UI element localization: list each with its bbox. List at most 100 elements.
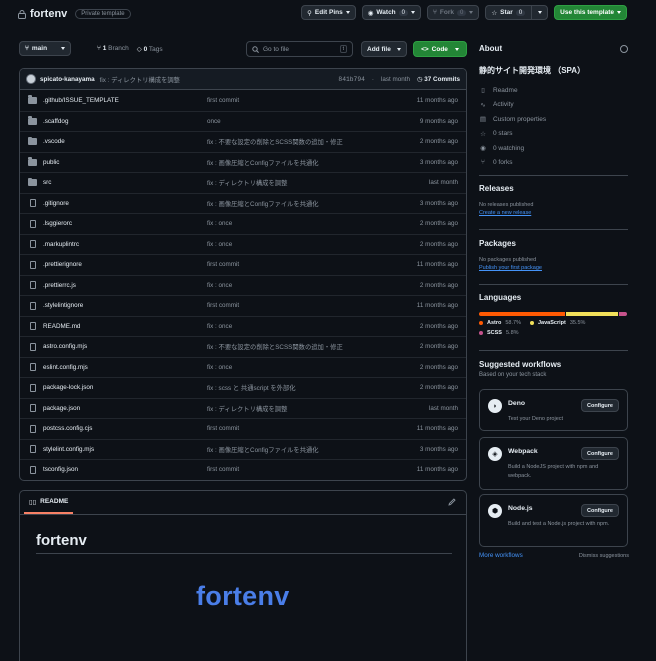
file-commit-message[interactable]: fix : 画像圧縮とConfigファイルを共通化: [207, 158, 412, 167]
file-row[interactable]: .gitignore fix : 画像圧縮とConfigファイルを共通化 3 mon…: [20, 192, 466, 214]
file-commit-message[interactable]: first commit: [207, 302, 412, 309]
about-item[interactable]: ⑂ 0 forks: [479, 156, 629, 171]
readme-tab[interactable]: ▯▯ README: [24, 491, 74, 514]
configure-button[interactable]: Configure: [581, 447, 619, 460]
file-commit-message[interactable]: first commit: [207, 97, 412, 104]
code-button[interactable]: <> Code: [413, 41, 467, 57]
file-name-link[interactable]: .gitignore: [43, 200, 69, 207]
file-commit-message[interactable]: fix : 不要な設定の削除とSCSS関数の追加・修正: [207, 342, 412, 351]
file-name-link[interactable]: .lsggierorc: [43, 220, 72, 227]
file-commit-message[interactable]: fix : once: [207, 220, 412, 227]
file-name-link[interactable]: public: [43, 159, 59, 166]
file-name-link[interactable]: .prettierignore: [43, 261, 82, 268]
watch-button[interactable]: ◉ Watch 0: [361, 5, 421, 20]
file-commit-message[interactable]: fix : once: [207, 282, 412, 289]
go-to-file-input[interactable]: Go to file t: [246, 41, 353, 57]
configure-button[interactable]: Configure: [581, 504, 619, 517]
file-row[interactable]: package.json fix : ディレクトリ構成を調整 last month: [20, 397, 466, 419]
file-row[interactable]: src fix : ディレクトリ構成を調整 last month: [20, 172, 466, 193]
repo-name[interactable]: fortenv: [30, 8, 67, 20]
file-name-link[interactable]: .markuplintrc: [43, 241, 79, 248]
file-row[interactable]: public fix : 画像圧縮とConfigファイルを共通化 3 months …: [20, 151, 466, 173]
create-release-link[interactable]: Create a new release: [479, 210, 629, 216]
file-name-link[interactable]: package.json: [43, 405, 80, 412]
file-row[interactable]: .scaffdog once 9 months ago: [20, 110, 466, 132]
file-commit-message[interactable]: fix : once: [207, 241, 412, 248]
file-name-link[interactable]: .github/ISSUE_TEMPLATE: [43, 97, 119, 104]
file-name-link[interactable]: tsconfig.json: [43, 466, 78, 473]
file-row[interactable]: .lsggierorc fix : once 2 months ago: [20, 213, 466, 234]
file-name-link[interactable]: stylelint.config.mjs: [43, 446, 94, 453]
file-row[interactable]: .stylelintignore first commit 11 months ag…: [20, 295, 466, 316]
language-item[interactable]: JavaScript 35.5%: [529, 320, 586, 326]
about-item[interactable]: ☆ 0 stars: [479, 127, 629, 142]
file-row[interactable]: .prettierignore first commit 11 months ago: [20, 254, 466, 275]
add-file-button[interactable]: Add file: [361, 41, 407, 57]
branch-select-button[interactable]: ⑂ main: [19, 41, 71, 56]
about-item[interactable]: ∿ Activity: [479, 98, 629, 113]
tags-link[interactable]: ◇ 0 Tags: [137, 45, 163, 53]
file-name-link[interactable]: eslint.config.mjs: [43, 364, 88, 371]
packages-section: Packages No packages published Publish y…: [479, 239, 629, 271]
more-workflows-link[interactable]: More workflows: [479, 552, 523, 559]
file-commit-message[interactable]: fix : ディレクトリ構成を調整: [207, 404, 412, 413]
about-item[interactable]: ▤ Custom properties: [479, 112, 629, 127]
branches-link[interactable]: ⑂ 1 Branch: [97, 45, 129, 53]
file-name-link[interactable]: src: [43, 179, 51, 186]
language-item[interactable]: Astro 58.7%: [479, 320, 521, 326]
avatar[interactable]: [26, 74, 36, 84]
file-name-link[interactable]: .vscode: [43, 138, 65, 145]
commit-message[interactable]: fix : ディレクトリ構成を調整: [100, 75, 180, 84]
file-commit-message[interactable]: once: [207, 118, 412, 125]
fork-button[interactable]: ⑂ Fork 0: [427, 5, 480, 20]
file-row[interactable]: tsconfig.json first commit 11 months ago: [20, 459, 466, 480]
file-row[interactable]: stylelint.config.mjs fix : 画像圧縮とConfigファイ…: [20, 438, 466, 460]
file-row[interactable]: .vscode fix : 不要な設定の削除とSCSS関数の追加・修正 2 mont…: [20, 131, 466, 152]
file-commit-message[interactable]: first commit: [207, 466, 412, 473]
pencil-icon[interactable]: [448, 498, 456, 506]
configure-button[interactable]: Configure: [581, 399, 619, 412]
language-percent: 35.5%: [569, 320, 586, 326]
branch-icon: ⑂: [25, 45, 29, 52]
file-commit-message[interactable]: fix : scss と 共通script を外部化: [207, 383, 412, 392]
packages-title[interactable]: Packages: [479, 239, 629, 248]
file-commit-message[interactable]: first commit: [207, 425, 412, 432]
file-row[interactable]: eslint.config.mjs fix : once 2 months ago: [20, 356, 466, 378]
gear-icon[interactable]: [620, 45, 628, 53]
file-commit-message[interactable]: first commit: [207, 261, 412, 268]
file-name-cell: .gitignore: [20, 199, 207, 208]
file-row[interactable]: README.md fix : once 2 months ago: [20, 315, 466, 337]
file-commit-message[interactable]: fix : 画像圧縮とConfigファイルを共通化: [207, 445, 412, 454]
dismiss-suggestions-button[interactable]: Dismiss suggestions: [579, 553, 629, 559]
file-commit-message[interactable]: fix : 不要な設定の削除とSCSS関数の追加・修正: [207, 137, 412, 146]
file-row[interactable]: .prettierrc.js fix : once 2 months ago: [20, 274, 466, 296]
file-name-link[interactable]: package-lock.json: [43, 384, 93, 391]
file-row[interactable]: .markuplintrc fix : once 2 months ago: [20, 233, 466, 255]
about-item[interactable]: ◉ 0 watching: [479, 141, 629, 156]
file-row[interactable]: package-lock.json fix : scss と 共通script を…: [20, 377, 466, 398]
file-name-link[interactable]: .stylelintignore: [43, 302, 83, 309]
releases-title[interactable]: Releases: [479, 184, 629, 193]
file-name-link[interactable]: README.md: [43, 323, 80, 330]
file-commit-message[interactable]: fix : once: [207, 364, 412, 371]
file-row[interactable]: astro.config.mjs fix : 不要な設定の削除とSCSS関数の追加…: [20, 336, 466, 357]
file-commit-message[interactable]: fix : 画像圧縮とConfigファイルを共通化: [207, 199, 412, 208]
file-commit-message[interactable]: fix : ディレクトリ構成を調整: [207, 178, 412, 187]
edit-pins-button[interactable]: ⚲ Edit Pins: [301, 5, 356, 20]
commit-author[interactable]: spicato-kanayama: [40, 76, 95, 83]
publish-package-link[interactable]: Publish your first package: [479, 265, 629, 271]
file-row[interactable]: postcss.config.cjs first commit 11 months …: [20, 418, 466, 439]
releases-section: Releases No releases published Create a …: [479, 184, 629, 216]
file-name-link[interactable]: .scaffdog: [43, 118, 68, 125]
about-item[interactable]: ▯ Readme: [479, 83, 629, 98]
file-name-link[interactable]: astro.config.mjs: [43, 343, 87, 350]
file-name-link[interactable]: .prettierrc.js: [43, 282, 76, 289]
star-button[interactable]: ☆ Star 0: [485, 5, 549, 20]
file-commit-message[interactable]: fix : once: [207, 323, 412, 330]
use-template-button[interactable]: Use this template: [554, 5, 627, 20]
commits-link[interactable]: ◷ 37 Commits: [417, 76, 460, 83]
file-name-link[interactable]: postcss.config.cjs: [43, 425, 92, 432]
file-row[interactable]: .github/ISSUE_TEMPLATE first commit 11 mon…: [20, 90, 466, 111]
commit-hash[interactable]: 841b794: [338, 76, 364, 83]
language-item[interactable]: SCSS 5.8%: [479, 330, 519, 336]
